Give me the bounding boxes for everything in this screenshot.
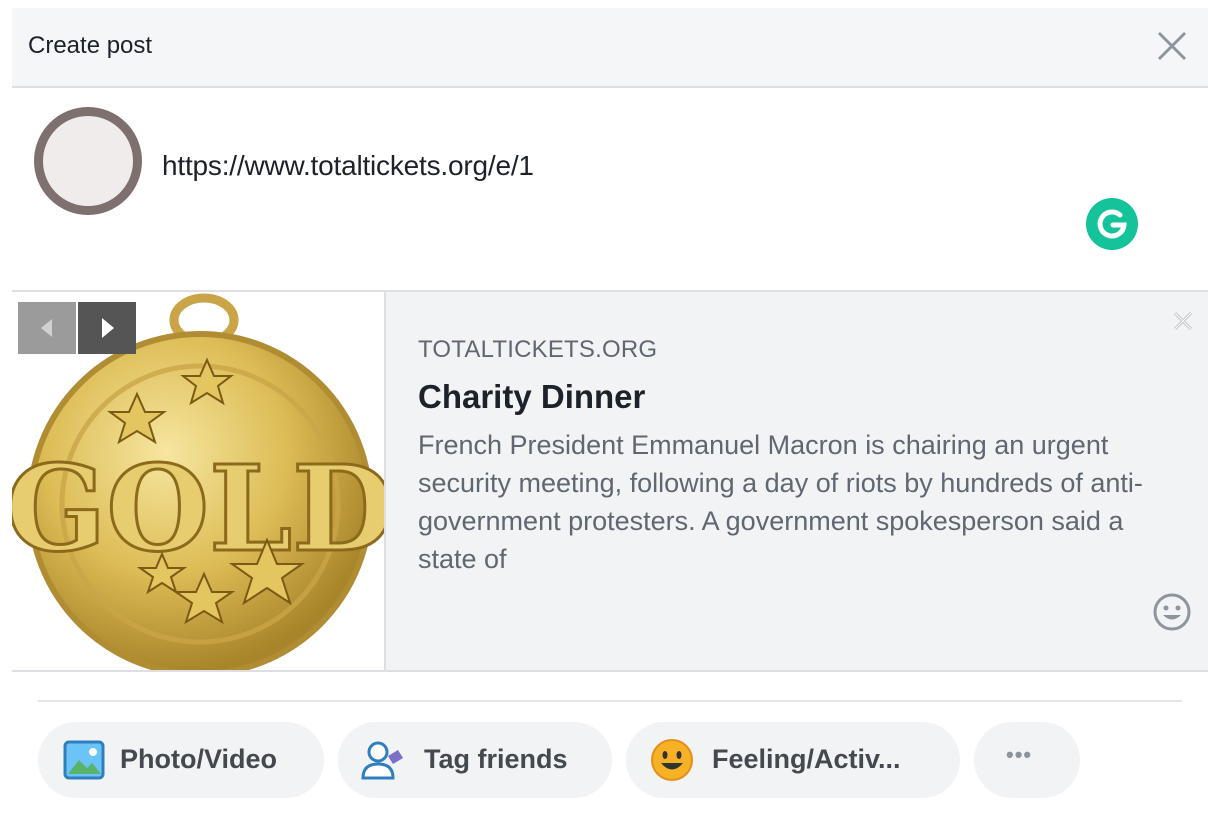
preview-image: GOLD [12,292,386,670]
grammarly-icon [1097,209,1127,239]
tag-friends-label: Tag friends [424,744,568,774]
avatar [34,107,142,215]
divider [38,700,1182,702]
carousel-prev-button[interactable] [18,302,76,354]
medal-gold-text: GOLD [12,439,386,578]
arrow-right-icon [102,318,114,338]
close-button[interactable] [1154,28,1190,64]
preview-domain: TOTALTICKETS.ORG [418,336,658,363]
dialog-header: Create post [12,8,1208,88]
more-options-button[interactable]: ••• [974,722,1080,798]
feeling-activity-button[interactable]: Feeling/Activ... [626,722,960,798]
more-icon: ••• [1006,742,1033,767]
close-icon [1157,31,1187,61]
grammarly-button[interactable] [1086,198,1138,250]
photo-icon [63,740,105,780]
close-icon [1173,311,1193,331]
emoji-picker-button[interactable] [1152,592,1192,632]
post-text-input[interactable]: https://www.totaltickets.org/e/1 [162,150,534,182]
tag-friends-button[interactable]: Tag friends [338,722,612,798]
smiley-icon [1153,593,1191,631]
preview-description: French President Emmanuel Macron is chai… [418,430,1143,574]
remove-preview-button[interactable] [1172,310,1194,332]
create-post-dialog: Create post https://www.totaltickets.org… [0,0,1208,815]
feeling-emoji-icon [651,739,693,781]
dialog-title: Create post [28,32,153,59]
tag-friends-icon [361,741,403,780]
link-preview[interactable]: GOLD TOTALTICKETS.ORG Charity Dinner Fre… [12,290,1208,672]
preview-info: TOTALTICKETS.ORG Charity Dinner French P… [418,336,1188,578]
photo-video-label: Photo/Video [120,744,278,774]
preview-title: Charity Dinner [418,378,646,415]
feeling-activity-label: Feeling/Activ... [712,744,901,774]
photo-video-button[interactable]: Photo/Video [38,722,324,798]
carousel-next-button[interactable] [78,302,136,354]
arrow-left-icon [41,319,52,337]
